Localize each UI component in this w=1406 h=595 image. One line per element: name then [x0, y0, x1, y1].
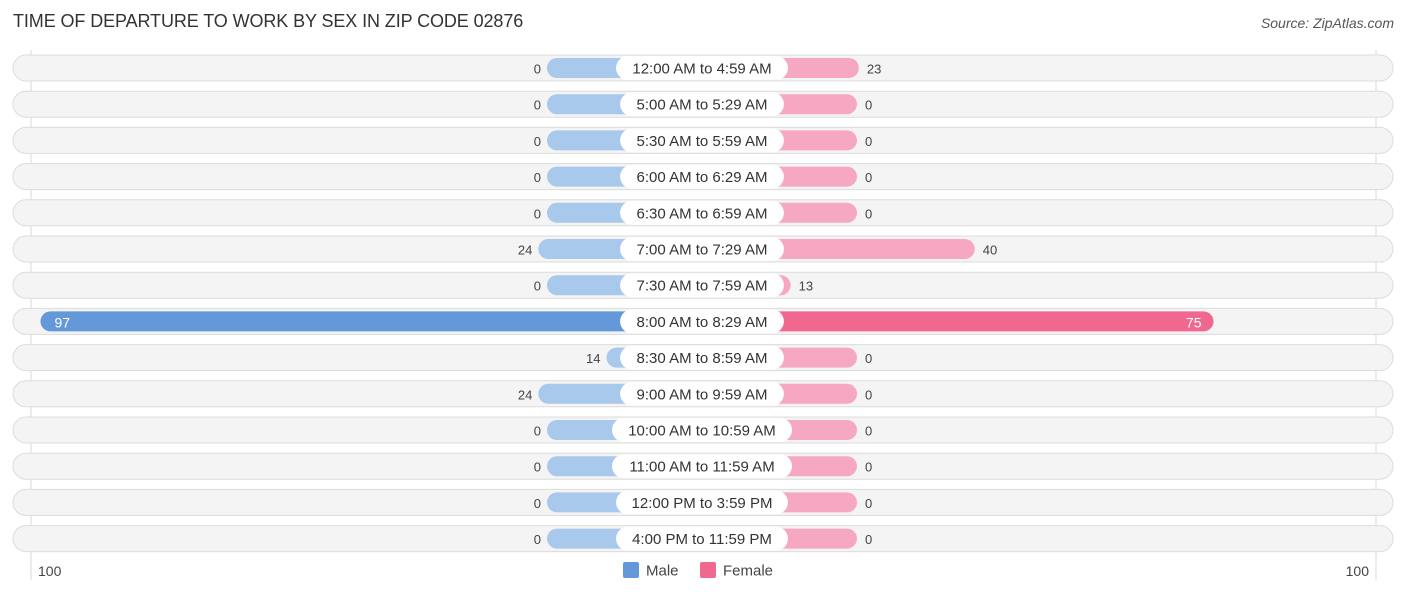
chart-row: 24 40 7:00 AM to 7:29 AM: [12, 235, 1394, 263]
value-label-female: 40: [983, 243, 997, 258]
category-label: 7:30 AM to 7:59 AM: [637, 278, 768, 295]
value-label-female: 0: [865, 170, 872, 185]
value-label-male: 24: [518, 387, 532, 402]
value-label-male: 0: [534, 496, 541, 511]
value-label-female: 0: [865, 351, 872, 366]
category-label: 12:00 AM to 4:59 AM: [632, 61, 771, 78]
chart-row: 0 0 4:00 PM to 11:59 PM: [12, 525, 1394, 553]
category-label: 6:00 AM to 6:29 AM: [637, 169, 768, 186]
category-label: 5:30 AM to 5:59 AM: [637, 133, 768, 150]
chart-row: 0 0 5:00 AM to 5:29 AM: [12, 90, 1394, 118]
value-label-female: 0: [865, 98, 872, 113]
category-label: 5:00 AM to 5:29 AM: [637, 97, 768, 114]
axis-left-label: 100: [38, 563, 62, 579]
category-label: 7:00 AM to 7:29 AM: [637, 242, 768, 259]
diverging-bar-chart: 0 23 12:00 AM to 4:59 AM 0 0 5:00 AM to 5:29 …: [12, 50, 1394, 580]
value-label-female: 0: [865, 134, 872, 149]
category-label: 8:30 AM to 8:59 AM: [637, 350, 768, 367]
value-label-male: 0: [534, 62, 541, 77]
category-label: 9:00 AM to 9:59 AM: [637, 386, 768, 403]
chart-row: 0 0 12:00 PM to 3:59 PM: [12, 488, 1394, 516]
value-label-male: 0: [534, 206, 541, 221]
value-label-male: 0: [534, 460, 541, 475]
value-label-male: 97: [54, 314, 70, 330]
value-label-female: 13: [799, 279, 813, 294]
chart-row: 97 75 8:00 AM to 8:29 AM: [12, 307, 1394, 335]
legend-label-female: Female: [723, 563, 773, 580]
value-label-male: 0: [534, 424, 541, 439]
value-label-male: 0: [534, 279, 541, 294]
legend-swatch-male: [623, 562, 639, 578]
value-label-male: 0: [534, 170, 541, 185]
chart-row: 0 0 5:30 AM to 5:59 AM: [12, 126, 1394, 154]
value-label-female: 0: [865, 460, 872, 475]
value-label-female: 0: [865, 532, 872, 547]
value-label-male: 0: [534, 532, 541, 547]
chart-row: 0 23 12:00 AM to 4:59 AM: [12, 54, 1394, 82]
chart-row: 0 0 10:00 AM to 10:59 AM: [12, 416, 1394, 444]
chart-row: 0 0 11:00 AM to 11:59 AM: [12, 452, 1394, 480]
value-label-female: 0: [865, 424, 872, 439]
legend: Male Female: [623, 562, 773, 580]
category-label: 4:00 PM to 11:59 PM: [632, 531, 772, 548]
value-label-male: 14: [586, 351, 600, 366]
category-label: 10:00 AM to 10:59 AM: [628, 423, 776, 440]
legend-item-male: Male: [623, 562, 679, 580]
value-label-male: 0: [534, 134, 541, 149]
value-label-male: 24: [518, 243, 532, 258]
category-label: 12:00 PM to 3:59 PM: [632, 495, 773, 512]
legend-swatch-female: [700, 562, 716, 578]
chart-row: 24 0 9:00 AM to 9:59 AM: [12, 380, 1394, 408]
bar-male: [40, 311, 702, 332]
value-label-female: 0: [865, 206, 872, 221]
category-label: 11:00 AM to 11:59 AM: [629, 459, 774, 476]
legend-label-male: Male: [646, 563, 679, 580]
legend-item-female: Female: [700, 562, 773, 580]
chart-row: 0 0 6:00 AM to 6:29 AM: [12, 163, 1394, 191]
value-label-female: 0: [865, 496, 872, 511]
value-label-female: 23: [867, 62, 881, 77]
chart-row: 0 0 6:30 AM to 6:59 AM: [12, 199, 1394, 227]
value-label-female: 75: [1186, 314, 1202, 330]
value-label-female: 0: [865, 387, 872, 402]
category-label: 8:00 AM to 8:29 AM: [637, 314, 768, 331]
axis-right-label: 100: [1346, 563, 1370, 579]
value-label-male: 0: [534, 98, 541, 113]
chart-row: 0 13 7:30 AM to 7:59 AM: [12, 271, 1394, 299]
category-label: 6:30 AM to 6:59 AM: [637, 205, 768, 222]
chart-row: 14 0 8:30 AM to 8:59 AM: [12, 344, 1394, 372]
